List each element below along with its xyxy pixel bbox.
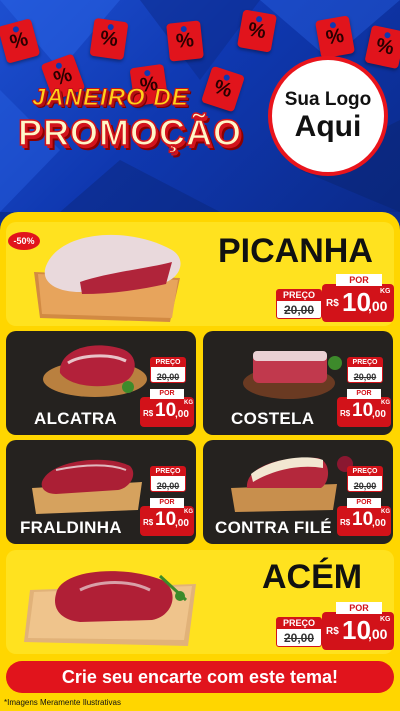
old-price-box: PREÇO 20,00 [150, 466, 186, 492]
por-label: POR [336, 274, 382, 286]
logo-text-line-1: Sua Logo [284, 89, 372, 110]
new-price-box: POR R$ 10 ,00 KG [337, 498, 391, 536]
preco-label: PREÇO [151, 358, 185, 367]
old-price: 20,00 [283, 303, 315, 317]
unit: KG [381, 400, 390, 406]
promo-header: % % % % % % % % % JANEIRO DE PROMOÇÃO Su… [0, 0, 400, 212]
percent-tag-icon: % [236, 9, 278, 53]
currency: R$ [340, 518, 351, 527]
alcatra-image [43, 345, 147, 397]
logo-placeholder[interactable]: Sua Logo Aqui [268, 56, 388, 176]
old-price: 20,00 [283, 631, 315, 645]
old-price-box: PREÇO 20,00 [276, 617, 322, 647]
price-integer: 10 [342, 287, 371, 317]
price-decimal: ,00 [368, 626, 388, 642]
preco-label: PREÇO [348, 467, 382, 476]
contra-file-image [231, 456, 353, 512]
product-card-alcatra[interactable]: ALCATRA PREÇO 20,00 POR R$ 10 ,00 KG [6, 331, 196, 435]
product-name: PICANHA [218, 232, 373, 270]
unit: KG [184, 509, 193, 515]
product-name: COSTELA [231, 409, 315, 428]
old-price-box: PREÇO 20,00 [347, 466, 383, 492]
currency: R$ [326, 626, 339, 637]
por-label: POR [150, 498, 184, 508]
new-price-box: POR R$ 10 ,00 KG [337, 389, 391, 427]
new-price-box: POR R$ 10 ,00 KG [140, 498, 194, 536]
logo-text-line-2: Aqui [294, 110, 362, 143]
discount-badge: -50% [8, 232, 40, 250]
price-decimal: ,00 [175, 409, 189, 420]
product-name: ACÉM [262, 558, 363, 596]
new-price-box: POR R$ 10 ,00 KG [322, 274, 394, 322]
por-label: POR [150, 389, 184, 399]
price-decimal: ,00 [372, 409, 386, 420]
product-card-contra-file[interactable]: CONTRA FILÉ PREÇO 20,00 POR R$ 10 ,00 KG [203, 440, 393, 544]
product-name: ALCATRA [34, 409, 117, 428]
currency: R$ [326, 298, 339, 309]
product-name: CONTRA FILÉ [215, 518, 332, 537]
preco-label: PREÇO [277, 618, 321, 629]
product-name: FRALDINHA [20, 518, 122, 537]
price-integer: 10 [155, 509, 177, 530]
price-decimal: ,00 [372, 518, 386, 529]
price-integer: 10 [342, 615, 371, 645]
new-price-box: POR R$ 10 ,00 KG [322, 602, 394, 650]
headline-line-1: JANEIRO DE [32, 84, 189, 112]
price-integer: 10 [352, 400, 374, 421]
create-flyer-button[interactable]: Crie seu encarte com este tema! [6, 661, 394, 693]
product-card-costela[interactable]: COSTELA PREÇO 20,00 POR R$ 10 ,00 KG [203, 331, 393, 435]
disclaimer-text: *Imagens Meramente Ilustrativas [4, 698, 121, 707]
fraldinha-image [32, 459, 142, 514]
por-label: POR [347, 498, 381, 508]
old-price: 20,00 [353, 372, 377, 382]
product-card-fraldinha[interactable]: FRALDINHA PREÇO 20,00 POR R$ 10 ,00 KG [6, 440, 196, 544]
price-decimal: ,00 [368, 298, 388, 314]
percent-tag-icon: % [364, 24, 400, 70]
price-integer: 10 [155, 400, 177, 421]
price-integer: 10 [352, 509, 374, 530]
new-price-box: POR R$ 10 ,00 KG [140, 389, 194, 427]
old-price-box: PREÇO 20,00 [276, 289, 322, 319]
unit: KG [380, 616, 391, 623]
percent-tag-icon: % [166, 20, 204, 62]
picanha-image [34, 234, 181, 322]
old-price: 20,00 [156, 481, 180, 491]
unit: KG [380, 288, 391, 295]
costela-image [243, 351, 342, 399]
price-decimal: ,00 [175, 518, 189, 529]
unit: KG [381, 509, 390, 515]
promo-headline: JANEIRO DE PROMOÇÃO [17, 78, 268, 174]
product-card-picanha[interactable]: PICANHA PREÇO 20,00 POR R$ 10 ,00 KG [6, 222, 394, 326]
percent-tag-icon: % [89, 17, 129, 61]
preco-label: PREÇO [348, 358, 382, 367]
old-price: 20,00 [156, 372, 180, 382]
currency: R$ [340, 409, 351, 418]
currency: R$ [143, 518, 154, 527]
preco-label: PREÇO [277, 290, 321, 301]
product-card-acem[interactable]: ACÉM PREÇO 20,00 POR R$ 10 ,00 KG [6, 550, 394, 654]
unit: KG [184, 400, 193, 406]
old-price-box: PREÇO 20,00 [347, 357, 383, 383]
currency: R$ [143, 409, 154, 418]
preco-label: PREÇO [151, 467, 185, 476]
acem-image [24, 571, 196, 646]
headline-line-2: PROMOÇÃO [17, 111, 242, 154]
old-price: 20,00 [353, 481, 377, 491]
percent-tag-icon: % [314, 15, 356, 59]
por-label: POR [336, 602, 382, 614]
por-label: POR [347, 389, 381, 399]
old-price-box: PREÇO 20,00 [150, 357, 186, 383]
